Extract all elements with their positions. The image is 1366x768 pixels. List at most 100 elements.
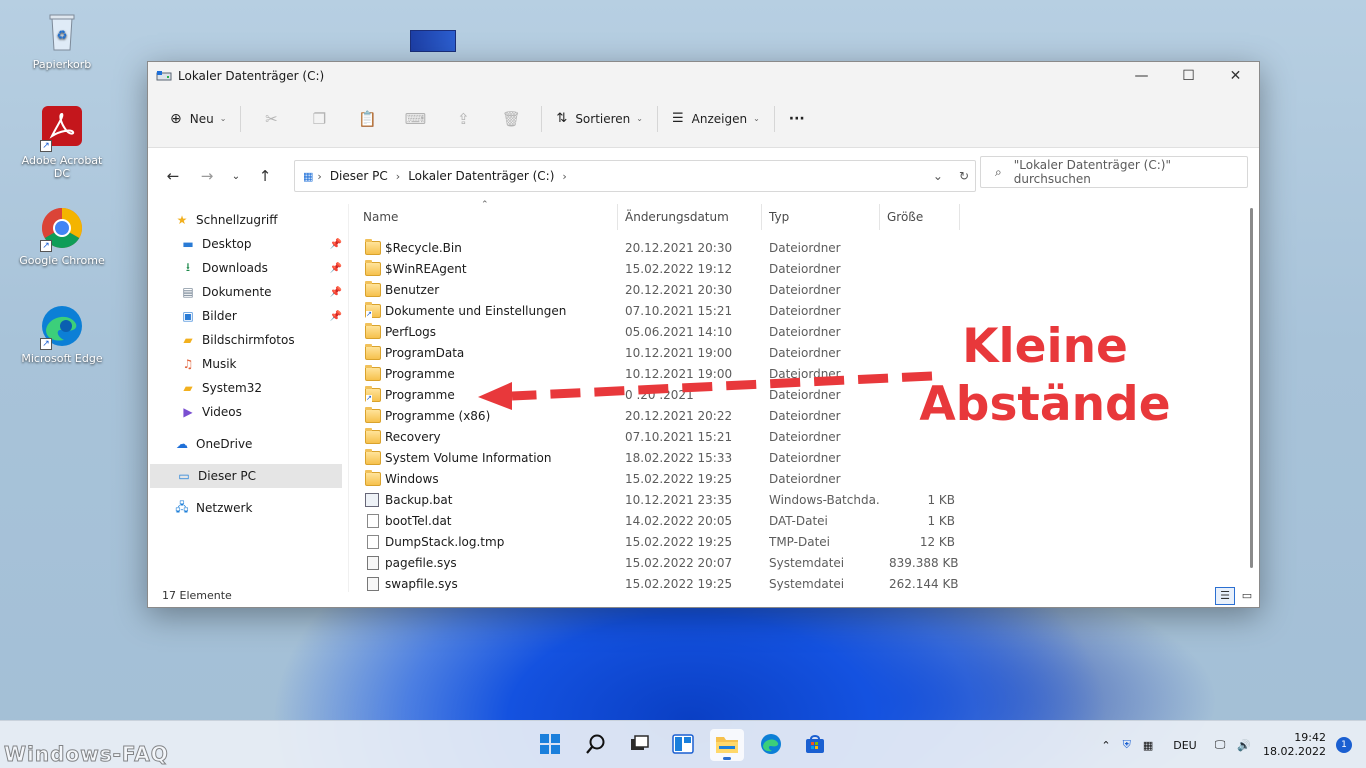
address-history-chevron-icon[interactable]: ⌄ — [933, 169, 943, 183]
arrow-left-icon: ← — [166, 167, 180, 185]
table-row[interactable]: $WinREAgent 15.02.2022 19:12 Dateiordner — [349, 259, 1259, 280]
clock-date: 18.02.2022 — [1263, 745, 1326, 758]
title-bar[interactable]: Lokaler Datenträger (C:) — ☐ ✕ — [148, 62, 1259, 90]
copy-button[interactable]: ❐ — [295, 102, 343, 136]
breadcrumb-local-disk[interactable]: Lokaler Datenträger (C:) — [408, 169, 554, 183]
refresh-icon[interactable]: ↻ — [959, 169, 969, 183]
desktop-icon-recycle-bin[interactable]: ♻ Papierkorb — [14, 10, 110, 71]
nav-item-documents[interactable]: ▤ Dokumente 📌 — [148, 280, 348, 304]
breadcrumb-separator: › — [395, 169, 401, 183]
more-options-button[interactable]: ··· — [781, 102, 813, 136]
nav-network[interactable]: 🖧 Netzwerk — [148, 496, 348, 520]
folder-icon — [365, 260, 381, 276]
file-date: 10.12.2021 19:00 — [625, 346, 733, 360]
nav-this-pc[interactable]: ▭ Dieser PC — [150, 464, 342, 488]
recent-locations-button[interactable]: ⌄ — [224, 161, 248, 191]
table-row[interactable]: Benutzer 20.12.2021 20:30 Dateiordner — [349, 280, 1259, 301]
search-input[interactable]: ⌕ "Lokaler Datenträger (C:)" durchsuchen — [980, 156, 1248, 188]
folder-icon — [715, 733, 739, 758]
table-row[interactable]: DumpStack.log.tmp 15.02.2022 19:25 TMP-Dat… — [349, 532, 1259, 553]
rename-icon: ⌨ — [404, 109, 427, 128]
edge-taskbar-button[interactable] — [754, 729, 788, 761]
volume-icon[interactable]: 🔊 — [1237, 739, 1251, 752]
file-explorer-taskbar-button[interactable] — [710, 729, 744, 761]
file-name: Benutzer — [385, 283, 440, 297]
desktop-icon-acrobat[interactable]: ↗ Adobe Acrobat DC — [14, 106, 110, 180]
column-type[interactable]: Typ — [765, 204, 875, 236]
forward-button[interactable]: → — [190, 161, 224, 191]
file-date: 20.12.2021 20:30 — [625, 241, 733, 255]
back-button[interactable]: ← — [156, 161, 190, 191]
nav-item-videos[interactable]: ▶ Videos — [148, 400, 348, 424]
nav-item-system32[interactable]: ▰ System32 — [148, 376, 348, 400]
table-row[interactable]: $Recycle.Bin 20.12.2021 20:30 Dateiordner — [349, 238, 1259, 259]
network-monitor-icon[interactable]: 🖵 — [1215, 738, 1226, 752]
clipboard-icon: 📋 — [358, 109, 377, 128]
drive-icon — [156, 70, 172, 82]
clock[interactable]: 19:42 18.02.2022 — [1263, 731, 1326, 759]
nav-item-screenshots[interactable]: ▰ Bildschirmfotos — [148, 328, 348, 352]
column-divider[interactable] — [761, 204, 762, 230]
tiles-view-button[interactable]: ▭ — [1237, 587, 1257, 605]
paste-button[interactable]: 📋 — [343, 102, 391, 136]
annotation-text: Kleine Abstände — [900, 318, 1190, 434]
table-row[interactable]: pagefile.sys 15.02.2022 20:07 Systemdatei 8… — [349, 553, 1259, 574]
column-name[interactable]: Name — [359, 204, 615, 236]
delete-button[interactable]: 🗑 — [487, 102, 535, 136]
nav-onedrive[interactable]: ☁ OneDrive — [148, 432, 348, 456]
minimize-button[interactable]: — — [1118, 62, 1165, 90]
chevron-up-icon[interactable]: ⌃ — [1101, 739, 1110, 752]
cut-button[interactable]: ✂ — [247, 102, 295, 136]
folder-icon — [365, 323, 381, 339]
breadcrumb-this-pc[interactable]: Dieser PC — [330, 169, 388, 183]
nav-quick-access[interactable]: ★ Schnellzugriff — [148, 208, 348, 232]
column-divider[interactable] — [879, 204, 880, 230]
column-size[interactable]: Größe — [883, 204, 959, 236]
nav-item-label: Netzwerk — [196, 501, 253, 515]
nav-item-music[interactable]: ♫ Musik — [148, 352, 348, 376]
column-divider[interactable] — [617, 204, 618, 230]
nav-item-pictures[interactable]: ▣ Bilder 📌 — [148, 304, 348, 328]
share-button[interactable]: ⇪ — [439, 102, 487, 136]
search-taskbar-button[interactable] — [579, 729, 613, 761]
column-divider[interactable] — [959, 204, 960, 230]
store-taskbar-button[interactable] — [798, 729, 832, 761]
nav-item-downloads[interactable]: ⭳ Downloads 📌 — [148, 256, 348, 280]
file-date: 14.02.2022 20:05 — [625, 514, 733, 528]
language-indicator[interactable]: DEU — [1173, 739, 1196, 752]
desktop-icon-chrome[interactable]: ↗ Google Chrome — [14, 206, 110, 267]
widgets-button[interactable] — [666, 729, 700, 761]
desktop-icon-edge[interactable]: ↗ Microsoft Edge — [14, 304, 110, 365]
table-row[interactable]: Backup.bat 10.12.2021 23:35 Windows-Batchd… — [349, 490, 1259, 511]
table-row[interactable]: bootTel.dat 14.02.2022 20:05 DAT-Datei 1 KB — [349, 511, 1259, 532]
table-row[interactable]: System Volume Information 18.02.2022 15:3… — [349, 448, 1259, 469]
start-button[interactable] — [533, 729, 567, 761]
shortcut-arrow-icon: ↗ — [40, 338, 52, 350]
nav-item-desktop[interactable]: ▬ Desktop 📌 — [148, 232, 348, 256]
desktop-thumbnail-image[interactable] — [410, 30, 456, 52]
details-view-button[interactable]: ☰ — [1215, 587, 1235, 605]
notification-badge[interactable]: 1 — [1336, 737, 1352, 753]
maximize-button[interactable]: ☐ — [1165, 62, 1212, 90]
file-type: Dateiordner — [769, 241, 841, 255]
file-type: Dateiordner — [769, 346, 841, 360]
file-date: 15.02.2022 19:12 — [625, 262, 733, 276]
security-shield-icon[interactable]: ⛨ — [1123, 738, 1131, 752]
task-view-button[interactable] — [622, 729, 656, 761]
music-icon: ♫ — [182, 357, 194, 371]
sort-button[interactable]: ⇅ Sortieren ⌄ — [548, 102, 651, 136]
tray-app-icon[interactable]: ▦ — [1143, 739, 1153, 752]
pictures-icon: ▣ — [182, 309, 194, 323]
table-row[interactable]: Windows 15.02.2022 19:25 Dateiordner — [349, 469, 1259, 490]
up-button[interactable]: ↑ — [248, 161, 282, 191]
view-button[interactable]: ☰ Anzeigen ⌄ — [664, 102, 768, 136]
address-bar[interactable]: ▦ › Dieser PC › Lokaler Datenträger (C:)… — [294, 160, 976, 192]
new-button[interactable]: ⊕ Neu ⌄ — [162, 102, 234, 136]
vertical-scrollbar[interactable] — [1250, 208, 1253, 568]
file-name: Dokumente und Einstellungen — [385, 304, 567, 318]
column-date[interactable]: Änderungsdatum — [621, 204, 761, 236]
nav-item-label: Bildschirmfotos — [202, 333, 295, 347]
rename-button[interactable]: ⌨ — [391, 102, 439, 136]
close-button[interactable]: ✕ — [1212, 62, 1259, 90]
file-name: PerfLogs — [385, 325, 437, 339]
